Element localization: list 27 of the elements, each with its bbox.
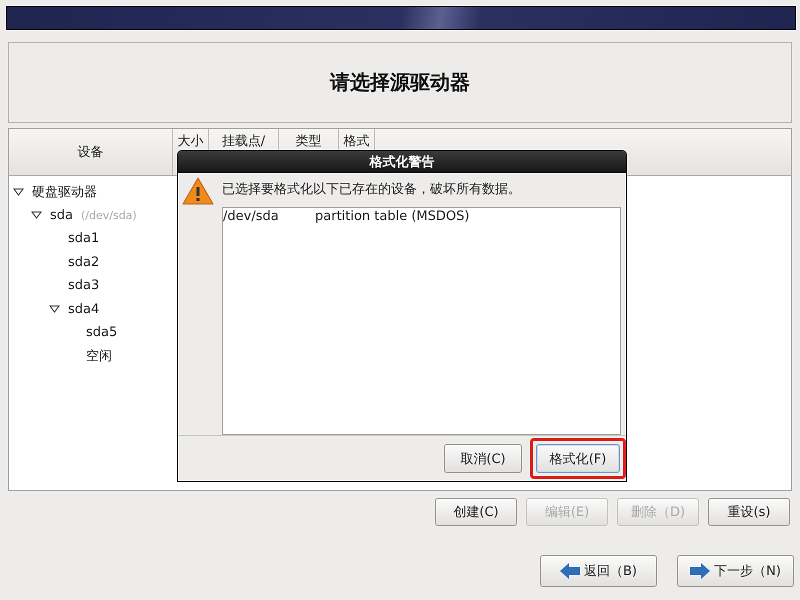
dialog-button[interactable]: 取消(C) xyxy=(444,444,522,474)
tree-item[interactable]: sda4 xyxy=(68,302,100,317)
tree-item[interactable]: sda5 xyxy=(86,325,118,340)
dialog-title: 格式化警告 xyxy=(178,151,626,174)
tree-item[interactable]: sda2 xyxy=(68,254,100,270)
device-path: (/dev/sda) xyxy=(81,208,137,222)
device-description: partition table (MSDOS) xyxy=(315,209,470,224)
warning-message: 已选择要格式化以下已存在的设备，破坏所有数据。 xyxy=(222,181,522,198)
tree-item[interactable]: sda3 xyxy=(68,278,100,294)
tree-item[interactable]: sda xyxy=(50,208,73,223)
device-name: /dev/sda xyxy=(223,209,280,224)
back-button[interactable]: 返回（B) xyxy=(540,555,657,587)
warning-icon xyxy=(182,177,214,206)
next-button[interactable]: 下一步（N) xyxy=(677,555,794,587)
column-header[interactable]: 设备 xyxy=(9,129,173,175)
left-arrow-icon xyxy=(560,563,580,579)
tree-item[interactable]: 空闲 xyxy=(86,347,112,366)
expanded-triangle-icon[interactable] xyxy=(13,188,24,196)
tree-item[interactable]: 硬盘驱动器 xyxy=(32,182,97,201)
tree-item[interactable]: sda1 xyxy=(68,231,100,246)
right-arrow-icon xyxy=(690,563,710,579)
expanded-triangle-icon[interactable] xyxy=(31,211,42,220)
action-button[interactable]: 重设(s) xyxy=(708,498,790,526)
action-button[interactable]: 创建(C) xyxy=(435,498,517,526)
expanded-triangle-icon[interactable] xyxy=(49,305,60,314)
dialog-button[interactable]: 格式化(F) xyxy=(536,444,620,474)
page-title: 请选择源驱动器 xyxy=(330,69,470,96)
